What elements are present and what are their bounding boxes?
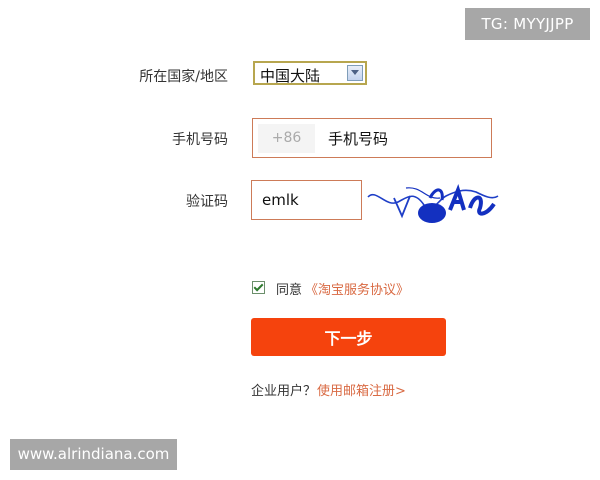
next-step-button[interactable]: 下一步 (251, 318, 446, 356)
captcha-blob (418, 203, 446, 223)
region-select[interactable]: 中国大陆 (253, 61, 367, 85)
phone-label: 手机号码 (172, 132, 228, 148)
register-page: TG: MYYJJPP 所在国家/地区 中国大陆 手机号码 +86 手机号码 验… (0, 0, 600, 480)
captcha-image[interactable] (366, 180, 499, 226)
dropdown-arrow-icon[interactable] (347, 65, 363, 81)
captcha-stroke-5 (468, 195, 496, 216)
agreement-link[interactable]: 《淘宝服务协议》 (305, 279, 409, 298)
captcha-input[interactable]: emlk (262, 191, 299, 209)
phone-field[interactable]: +86 手机号码 (252, 118, 492, 158)
phone-country-code: +86 (258, 124, 315, 153)
captcha-label: 验证码 (186, 194, 228, 210)
region-selected-value: 中国大陆 (260, 67, 321, 85)
enterprise-user-text: 企业用户？ (251, 384, 317, 399)
phone-input[interactable]: 手机号码 (328, 128, 388, 149)
captcha-field[interactable]: emlk (251, 180, 362, 220)
watermark-bottom: www.alrindiana.com (10, 439, 177, 470)
agreement-checkbox[interactable] (252, 281, 265, 294)
email-register-link[interactable]: 使用邮箱注册> (317, 380, 406, 399)
watermark-top: TG: MYYJJPP (465, 8, 590, 40)
agreement-text: 同意 (276, 283, 303, 298)
region-label: 所在国家/地区 (139, 69, 228, 85)
